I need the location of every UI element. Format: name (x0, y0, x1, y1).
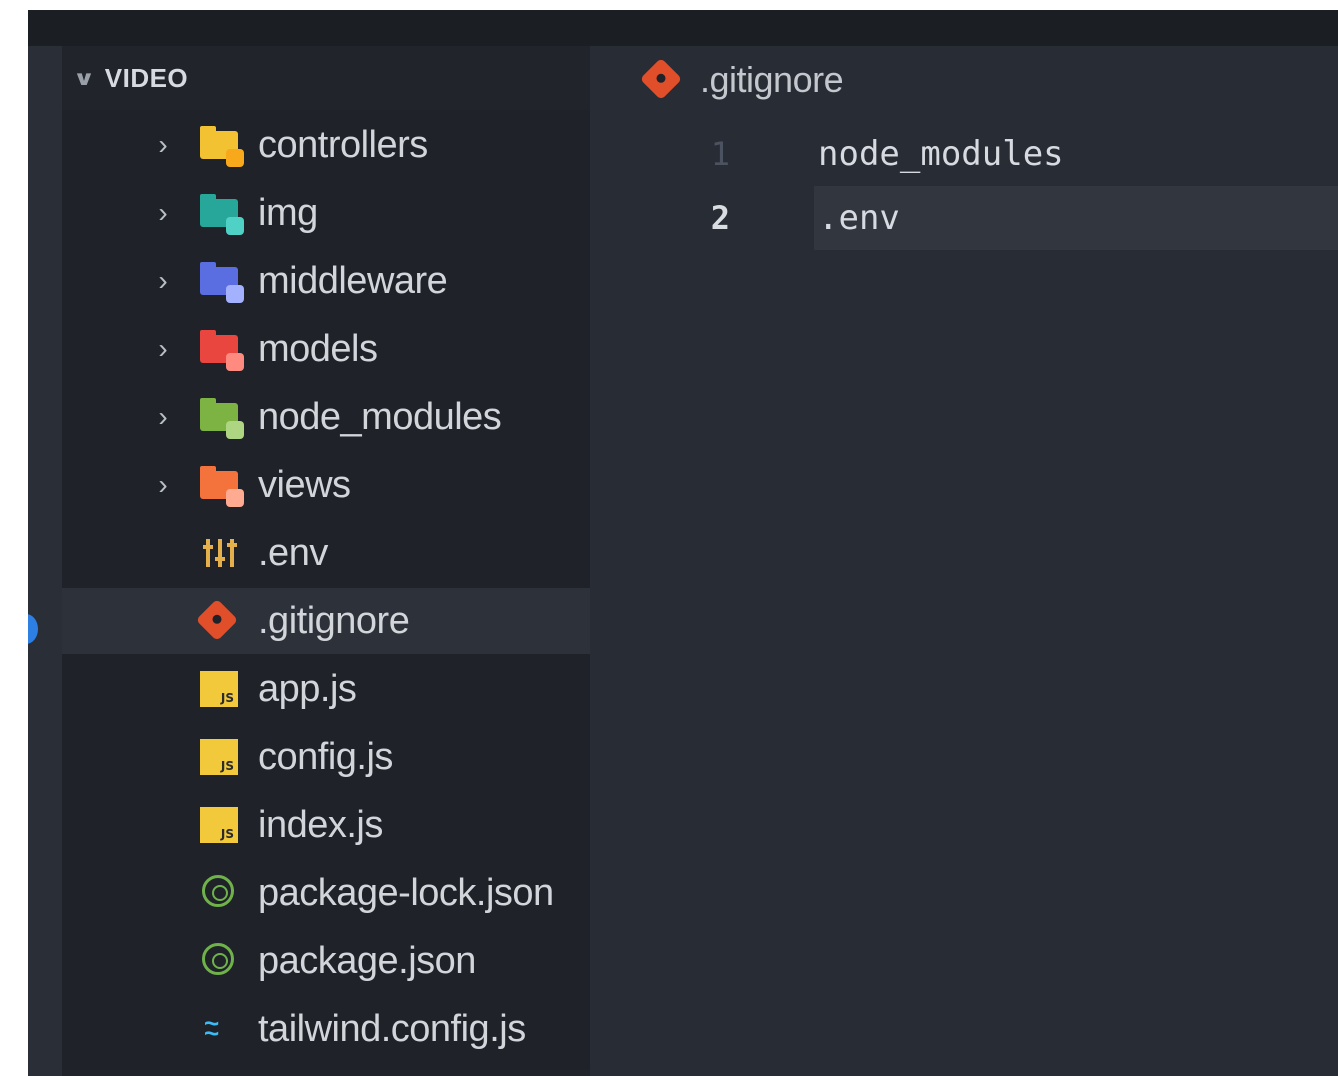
git-icon (638, 57, 683, 101)
chevron-right-icon[interactable]: › (148, 265, 178, 297)
javascript-icon: JS (198, 669, 242, 709)
javascript-icon: JS (198, 737, 242, 777)
tree-item-node-modules[interactable]: › node_modules (62, 384, 590, 450)
tree-item-img[interactable]: › img (62, 180, 590, 246)
line-text[interactable]: node_modules (814, 122, 1338, 186)
javascript-icon: JS (198, 805, 242, 845)
tree-item-label: package-lock.json (258, 871, 554, 914)
explorer-section-title: VIDEO (104, 62, 189, 93)
code-line-current[interactable]: 2 .env (590, 186, 1338, 250)
folder-images-icon (198, 193, 244, 235)
tree-item-index-js[interactable]: JS index.js (62, 792, 590, 858)
git-icon (195, 598, 242, 642)
chevron-right-icon[interactable]: › (148, 197, 178, 229)
chevron-right-icon[interactable]: › (148, 333, 178, 365)
tree-item-label: package.json (258, 939, 476, 982)
tree-item-views[interactable]: › views (62, 452, 590, 518)
tree-item-label: models (258, 327, 378, 370)
tree-item-label: middleware (258, 259, 448, 302)
editor-tab-label: .gitignore (700, 59, 844, 100)
tree-item-label: app.js (258, 667, 357, 710)
tree-item-label: .gitignore (258, 599, 410, 642)
chevron-right-icon[interactable]: › (148, 469, 178, 501)
folder-controllers-icon (198, 125, 244, 167)
code-line[interactable]: 1 node_modules (590, 122, 1338, 186)
line-number: 1 (710, 135, 730, 173)
tree-item-label: views (258, 463, 351, 506)
editor-pane[interactable]: .gitignore 1 node_modules 2 .env (590, 46, 1338, 1076)
tree-item-models[interactable]: › models (62, 316, 590, 382)
tree-item-label: .env (258, 531, 328, 574)
tree-item-controllers[interactable]: › controllers (62, 112, 590, 178)
title-bar (28, 10, 1338, 46)
chevron-down-icon: ∨ (72, 67, 97, 90)
chevron-right-icon[interactable]: › (148, 401, 178, 433)
chevron-right-icon[interactable]: › (148, 129, 178, 161)
tree-item-label: controllers (258, 123, 428, 166)
folder-models-icon (198, 329, 244, 371)
npm-icon (198, 941, 242, 981)
line-number: 2 (710, 199, 730, 237)
env-settings-icon (198, 533, 242, 573)
tree-item-config-js[interactable]: JS config.js (62, 724, 590, 790)
app-window: ∨ VIDEO › controllers › img › middleware… (28, 10, 1338, 1076)
file-tree: › controllers › img › middleware › model… (62, 110, 590, 1070)
tree-item-middleware[interactable]: › middleware (62, 248, 590, 314)
tree-item-label: config.js (258, 735, 393, 778)
tree-item-tailwind-config-js[interactable]: ~ ~ tailwind.config.js (62, 996, 590, 1062)
npm-icon (198, 873, 242, 913)
explorer-section-header[interactable]: ∨ VIDEO (72, 62, 189, 94)
editor-tab-gitignore[interactable]: .gitignore (638, 57, 844, 101)
tree-item-gitignore[interactable]: .gitignore (62, 588, 590, 654)
tree-item-label: img (258, 191, 318, 234)
folder-node-icon (198, 397, 244, 439)
tree-item-label: node_modules (258, 395, 502, 438)
tree-item-package-lock-json[interactable]: package-lock.json (62, 860, 590, 926)
explorer-sidebar: ∨ VIDEO › controllers › img › middleware… (62, 46, 590, 1076)
folder-middleware-icon (198, 261, 244, 303)
tailwind-icon: ~ ~ (204, 1008, 220, 1048)
tree-item-app-js[interactable]: JS app.js (62, 656, 590, 722)
folder-views-icon (198, 465, 244, 507)
tree-item-package-json[interactable]: package.json (62, 928, 590, 994)
tree-item-label: tailwind.config.js (258, 1007, 526, 1050)
line-text[interactable]: .env (814, 186, 1338, 250)
activity-bar (28, 46, 62, 1076)
tree-item-env[interactable]: .env (62, 520, 590, 586)
tree-item-label: index.js (258, 803, 383, 846)
